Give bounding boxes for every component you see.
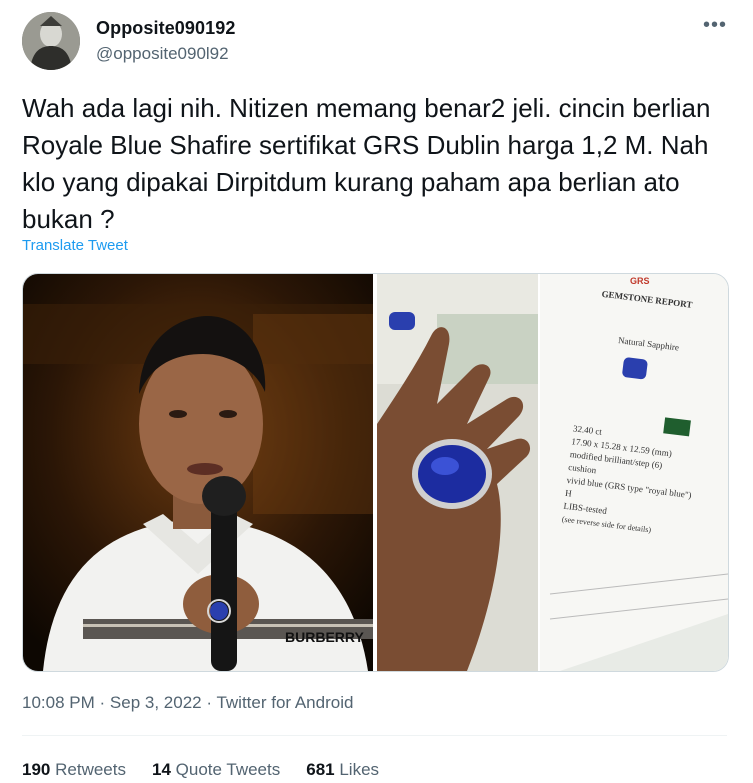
avatar-image: [22, 12, 80, 70]
likes-stat[interactable]: 681 Likes: [306, 760, 379, 780]
retweets-count: 190: [22, 760, 51, 779]
quotes-label: Quote Tweets: [175, 760, 281, 779]
tweet-meta: 10:08 PM · Sep 3, 2022 · Twitter for And…: [22, 693, 353, 713]
tweet-card: Opposite090192 @opposite090l92 ••• Wah a…: [0, 0, 753, 783]
divider: [22, 735, 727, 736]
translate-tweet-link[interactable]: Translate Tweet: [22, 237, 128, 254]
more-dots-icon[interactable]: •••: [703, 15, 727, 35]
photo-speaker[interactable]: BURBERRY: [23, 274, 373, 671]
author-avatar[interactable]: [22, 12, 80, 70]
tweet-media-grid: BURBERRY GRS GEMSTONE REPORT Natural Sap…: [22, 273, 729, 672]
meta-separator: ·: [206, 693, 213, 712]
tweet-source[interactable]: Twitter for Android: [216, 693, 353, 712]
likes-count: 681: [306, 760, 335, 779]
author-display-name[interactable]: Opposite090192: [96, 18, 235, 39]
photo-ring-hand[interactable]: [377, 274, 538, 671]
quotes-count: 14: [151, 760, 171, 779]
author-handle[interactable]: @opposite090l92: [96, 44, 229, 64]
retweets-label: Retweets: [55, 760, 126, 779]
likes-label: Likes: [339, 760, 380, 779]
meta-separator: ·: [99, 693, 106, 712]
quote-tweets-stat[interactable]: 14 Quote Tweets: [152, 760, 280, 780]
tweet-date[interactable]: Sep 3, 2022: [110, 693, 202, 712]
tweet-text: Wah ada lagi nih. Nitizen memang benar2 …: [22, 93, 718, 234]
tweet-time[interactable]: 10:08 PM: [22, 693, 95, 712]
tweet-stats: 190 Retweets 14 Quote Tweets 681 Likes: [22, 760, 379, 780]
photo-gemstone-report[interactable]: GRS GEMSTONE REPORT Natural Sapphire 32.…: [540, 274, 728, 671]
shirt-brand-text: BURBERRY: [285, 629, 364, 645]
grs-logo-text: GRS: [630, 276, 650, 286]
retweets-stat[interactable]: 190 Retweets: [22, 760, 126, 780]
